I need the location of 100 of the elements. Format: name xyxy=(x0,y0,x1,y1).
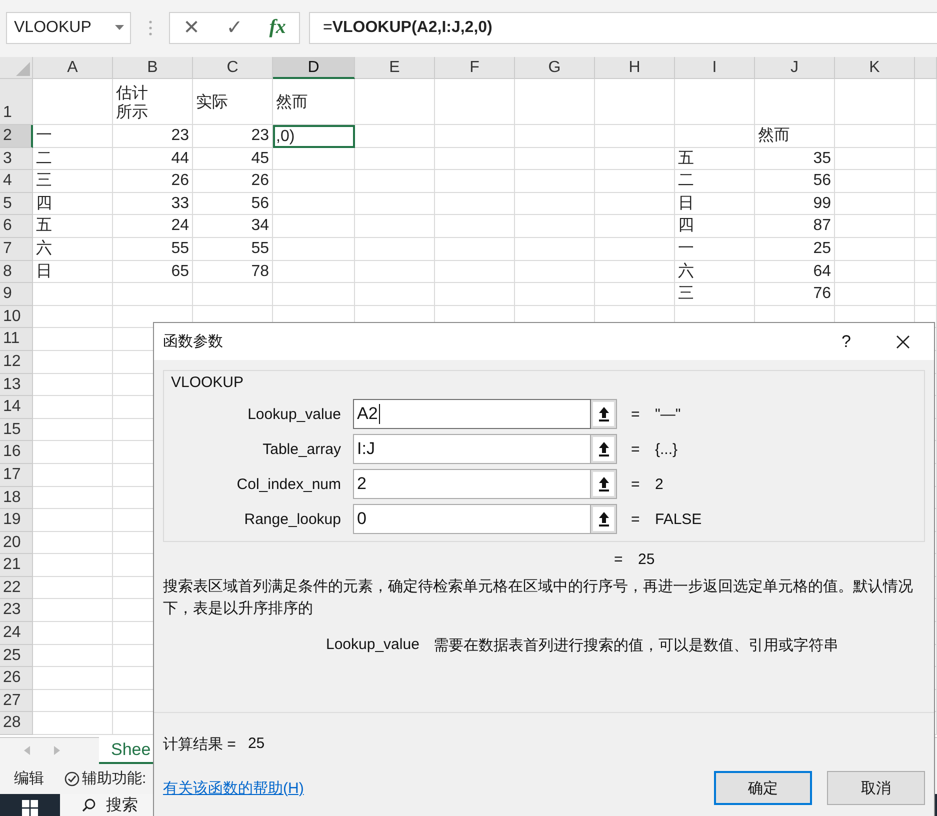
row-header[interactable]: 22 xyxy=(0,576,33,600)
corner-triangle-icon xyxy=(16,62,30,76)
argument-result: 2 xyxy=(655,476,664,492)
table-cell: 一 xyxy=(33,125,113,148)
table-cell: 二 xyxy=(33,148,113,170)
row-header[interactable]: 19 xyxy=(0,509,33,532)
column-header[interactable]: E xyxy=(355,57,435,79)
row-header[interactable]: 25 xyxy=(0,644,33,668)
function-help-link[interactable]: 有关该函数的帮助(H) xyxy=(163,778,304,798)
row-header[interactable]: 2 xyxy=(0,125,33,148)
empty-cell xyxy=(915,260,937,284)
row-header[interactable]: 6 xyxy=(0,215,33,238)
table-cell: 64 xyxy=(755,260,835,284)
argument-field[interactable]: I:J xyxy=(353,434,591,464)
table-cell: 实际 xyxy=(193,79,273,125)
column-header[interactable]: G xyxy=(515,57,595,79)
row-header[interactable]: 5 xyxy=(0,192,33,216)
help-button[interactable]: ? xyxy=(842,332,851,352)
calc-result-label: 计算结果 = xyxy=(163,735,236,754)
row-header[interactable]: 3 xyxy=(0,148,33,170)
row-header[interactable]: 1 xyxy=(0,79,33,125)
name-box[interactable]: VLOOKUP xyxy=(6,12,131,44)
column-header[interactable]: K xyxy=(835,57,915,79)
table-cell: 一 xyxy=(675,238,755,261)
table-cell: 24 xyxy=(113,215,193,238)
row-header[interactable]: 12 xyxy=(0,350,33,374)
empty-cell xyxy=(915,170,937,193)
table-cell: 四 xyxy=(33,192,113,216)
empty-cell xyxy=(915,125,937,148)
column-header[interactable]: B xyxy=(113,57,193,79)
accessibility-status[interactable]: 辅助功能: xyxy=(82,769,146,788)
table-cell: 三 xyxy=(675,283,755,306)
table-cell: 65 xyxy=(113,260,193,284)
table-cell: 23 xyxy=(193,125,273,148)
table-cell: 35 xyxy=(755,148,835,170)
status-mode: 编辑 xyxy=(14,769,44,788)
collapse-dialog-button[interactable] xyxy=(591,434,617,464)
column-header[interactable]: F xyxy=(435,57,515,79)
column-header[interactable]: H xyxy=(595,57,675,79)
collapse-dialog-button[interactable] xyxy=(591,399,617,429)
up-arrow-icon xyxy=(598,441,610,457)
row-header[interactable]: 24 xyxy=(0,622,33,645)
formula-field[interactable]: =VLOOKUP(A2,I:J,2,0) xyxy=(309,12,937,44)
argument-label: Lookup_value xyxy=(246,406,341,422)
equals-sign: = xyxy=(614,550,624,568)
row-header[interactable]: 8 xyxy=(0,260,33,284)
row-header[interactable]: 15 xyxy=(0,418,33,442)
row-header[interactable]: 9 xyxy=(0,283,33,306)
column-header[interactable]: J xyxy=(755,57,835,79)
cancel-button[interactable]: ✕ xyxy=(183,15,200,40)
argument-field[interactable]: 2 xyxy=(353,469,591,499)
table-cell: 33 xyxy=(113,192,193,216)
row-header[interactable]: 16 xyxy=(0,441,33,464)
up-arrow-icon xyxy=(598,511,610,527)
row-header[interactable]: 18 xyxy=(0,486,33,510)
row-header[interactable]: 26 xyxy=(0,667,33,690)
equals-sign: = xyxy=(631,406,641,422)
table-cell: 五 xyxy=(33,215,113,238)
row-header[interactable]: 14 xyxy=(0,396,33,419)
argument-label: Col_index_num xyxy=(236,476,341,492)
collapse-dialog-button[interactable] xyxy=(591,504,617,534)
cancel-button[interactable]: 取消 xyxy=(827,771,925,805)
accessibility-icon[interactable] xyxy=(64,770,80,786)
table-cell: 23 xyxy=(113,125,193,148)
row-header[interactable]: 7 xyxy=(0,238,33,261)
argument-field[interactable]: 0 xyxy=(353,504,591,534)
row-header[interactable]: 20 xyxy=(0,532,33,554)
collapse-dialog-button[interactable] xyxy=(591,469,617,499)
argument-field[interactable]: A2 xyxy=(353,399,591,429)
row-header[interactable]: 28 xyxy=(0,712,33,736)
row-header[interactable]: 21 xyxy=(0,554,33,577)
row-header[interactable]: 10 xyxy=(0,306,33,328)
dropdown-caret-icon xyxy=(115,25,124,30)
table-cell: 六 xyxy=(33,238,113,261)
row-header[interactable]: 17 xyxy=(0,464,33,486)
column-header[interactable]: C xyxy=(193,57,273,79)
search-icon xyxy=(82,798,96,812)
column-header[interactable]: A xyxy=(33,57,113,79)
column-header[interactable]: I xyxy=(675,57,755,79)
argument-result: {...} xyxy=(655,440,678,458)
row-header[interactable]: 11 xyxy=(0,328,33,351)
row-header[interactable]: 27 xyxy=(0,690,33,712)
row-header[interactable]: 4 xyxy=(0,170,33,193)
table-cell: 估计所示 xyxy=(113,79,193,125)
column-header[interactable]: D xyxy=(273,57,355,79)
calc-result-value: 25 xyxy=(248,735,265,754)
row-header[interactable]: 23 xyxy=(0,599,33,622)
table-cell: 日 xyxy=(33,260,113,284)
close-icon[interactable] xyxy=(896,334,910,348)
table-cell: 45 xyxy=(193,148,273,170)
empty-cell xyxy=(915,192,937,216)
table-cell: 然而 xyxy=(273,79,355,125)
argument-label: Table_array xyxy=(262,440,341,458)
enter-button[interactable]: ✓ xyxy=(226,15,243,40)
table-cell: 87 xyxy=(755,215,835,238)
drag-handle-icon xyxy=(149,20,152,36)
ok-button[interactable]: 确定 xyxy=(714,771,812,805)
windows-logo-icon[interactable] xyxy=(22,800,38,816)
row-header[interactable]: 13 xyxy=(0,374,33,396)
insert-function-button[interactable]: fx xyxy=(269,16,286,39)
